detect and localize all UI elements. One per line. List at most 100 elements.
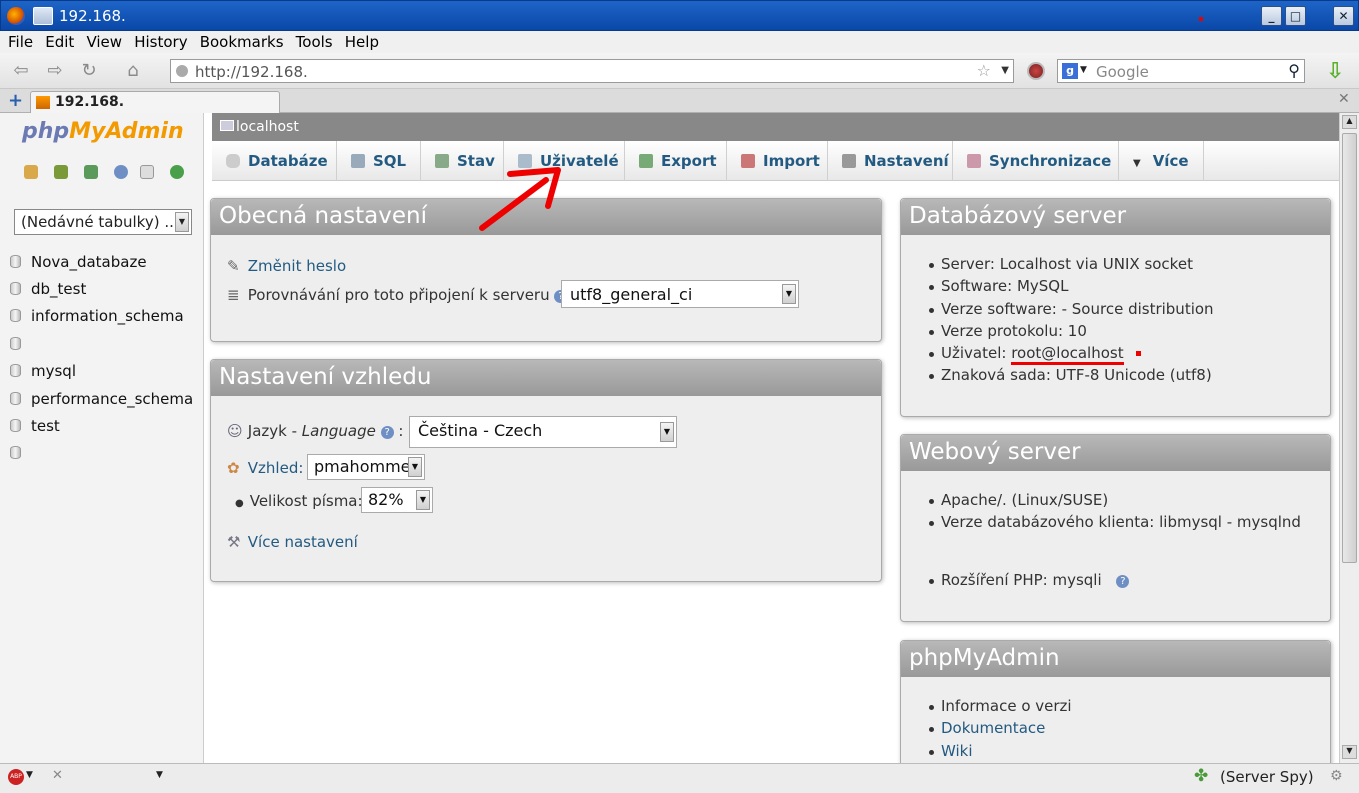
database-icon [226,154,240,168]
database-icon [10,364,21,377]
web-server-panel: Webový server Apache/. (Linux/SUSE) Verz… [900,434,1331,622]
reload-navigation-icon[interactable] [170,165,184,179]
menu-tools[interactable]: Tools [292,31,337,53]
help-icon[interactable]: ? [380,426,394,439]
db-item[interactable]: information_schema [10,307,184,325]
back-icon[interactable]: ⇦ [8,59,34,83]
maximize-button[interactable]: □ [1285,6,1306,26]
settings-icon[interactable]: ⚙ [1330,768,1343,784]
main-content: localhost Databáze SQL Stav Uživatelé Ex… [204,113,1339,780]
db-item[interactable]: Nova_databaze [10,253,147,271]
adblock-icon[interactable]: ABP [8,769,24,785]
font-size-select[interactable]: 82% ▼ [361,487,433,513]
url-bar[interactable]: http://192.168. ☆ ▼ [170,59,1014,83]
language-icon: ☺ [227,422,243,440]
help-icon[interactable]: ? [1116,575,1130,588]
tab-synchronize[interactable]: Synchronizace [953,141,1119,181]
tab-more[interactable]: ▼ Více [1119,141,1204,181]
bookmark-star-icon[interactable]: ☆ [977,61,991,80]
server-spy-label[interactable]: (Server Spy) [1220,768,1314,786]
red-dot [1199,17,1203,21]
documentation-icon[interactable] [114,165,128,179]
chevron-down-icon: ▼ [175,212,189,232]
scroll-down-icon[interactable]: ▼ [1342,745,1357,759]
list-item: Verze protokolu: 10 [921,322,1214,344]
chevron-down-icon[interactable]: ▼ [26,770,33,780]
recent-tables-select[interactable]: (Nedávné tabulky) ... ▼ [14,209,192,235]
search-icon[interactable]: ⚲ [1288,61,1300,80]
home-icon[interactable] [24,165,38,179]
menu-bar: File Edit View History Bookmarks Tools H… [0,31,1359,53]
database-icon [10,419,21,432]
navigation-panel: phpMyAdmin (Nedávné tabulky) ... ▼ Nova_… [0,113,204,763]
wiki-link[interactable]: Wiki [941,742,973,760]
server-breadcrumb: localhost [212,113,1339,141]
pma-info-list: Informace o verzi Dokumentace Wiki [921,697,1072,764]
change-password-row: ✎ Změnit heslo [227,257,346,275]
forward-icon[interactable]: ⇨ [42,59,68,83]
vertical-scrollbar[interactable]: ▲ ▼ [1339,113,1359,763]
tab-databases[interactable]: Databáze [212,141,337,181]
window-menu-button[interactable] [33,7,53,25]
google-icon[interactable]: g [1062,63,1078,79]
search-box[interactable]: g ▼ Google ⚲ [1057,59,1305,83]
panel-title: phpMyAdmin [901,641,1330,677]
reload-icon[interactable]: ↻ [76,59,102,83]
list-item: Verze databázového klienta: libmysql - m… [921,513,1301,535]
chevron-down-icon[interactable]: ▼ [156,770,163,780]
close-button[interactable]: ✕ [1333,6,1354,26]
chevron-down-icon: ▼ [782,284,796,304]
documentation-link[interactable]: Dokumentace [941,719,1045,737]
change-password-link[interactable]: Změnit heslo [248,257,346,275]
tab-sql[interactable]: SQL [337,141,421,181]
browser-tab[interactable]: 192.168. [30,91,280,113]
status-bar: ABP ▼ ✕ ▼ ✤ (Server Spy) ⚙ [0,763,1359,793]
close-icon[interactable]: ✕ [52,768,63,783]
download-icon[interactable]: ⇩ [1326,59,1344,84]
query-window-icon[interactable] [84,165,98,179]
language-select[interactable]: Čeština - Czech ▼ [409,416,677,448]
db-item[interactable] [10,444,31,462]
menu-file[interactable]: File [4,31,37,53]
theme-select[interactable]: pmahomme ▼ [307,454,425,480]
theme-link[interactable]: Vzhled: [248,459,304,477]
db-item[interactable]: performance_schema [10,390,193,408]
new-tab-icon[interactable]: + [8,90,23,111]
db-item[interactable]: test [10,417,60,435]
db-item[interactable]: db_test [10,280,86,298]
sql-icon [351,154,365,168]
collation-select[interactable]: utf8_general_ci ▼ [561,280,799,308]
url-dropdown-icon[interactable]: ▼ [1001,65,1009,76]
db-item[interactable]: mysql [10,362,76,380]
logout-icon[interactable] [54,165,68,179]
home-icon[interactable]: ⌂ [120,59,146,83]
more-settings-link[interactable]: Více nastavení [248,533,358,551]
php-ext-list: Rozšíření PHP: mysqli ? [921,571,1130,593]
menu-view[interactable]: View [82,31,126,53]
menu-bookmarks[interactable]: Bookmarks [196,31,288,53]
phpmyadmin-logo[interactable]: phpMyAdmin [22,119,184,144]
tab-export[interactable]: Export [625,141,727,181]
db-item[interactable] [10,335,31,353]
list-item: Dokumentace [921,719,1072,741]
database-icon [10,446,21,459]
menu-edit[interactable]: Edit [41,31,78,53]
close-tab-icon[interactable]: ✕ [1338,91,1350,107]
wrench-icon [842,154,856,168]
tab-import[interactable]: Import [727,141,828,181]
palette-icon: ✿ [227,459,240,477]
record-icon[interactable] [1027,62,1045,80]
search-engine-dropdown-icon[interactable]: ▼ [1080,65,1087,75]
puzzle-icon[interactable]: ✤ [1194,766,1208,786]
database-icon [10,282,21,295]
tab-settings[interactable]: Nastavení [828,141,953,181]
server-link[interactable]: localhost [236,119,299,135]
minimize-button[interactable]: _ [1261,6,1282,26]
scroll-thumb[interactable] [1342,133,1357,563]
copy-icon[interactable] [140,165,154,179]
menu-history[interactable]: History [130,31,191,53]
status-icon [435,154,449,168]
menu-help[interactable]: Help [341,31,383,53]
list-item: Wiki [921,742,1072,764]
scroll-up-icon[interactable]: ▲ [1342,115,1357,129]
